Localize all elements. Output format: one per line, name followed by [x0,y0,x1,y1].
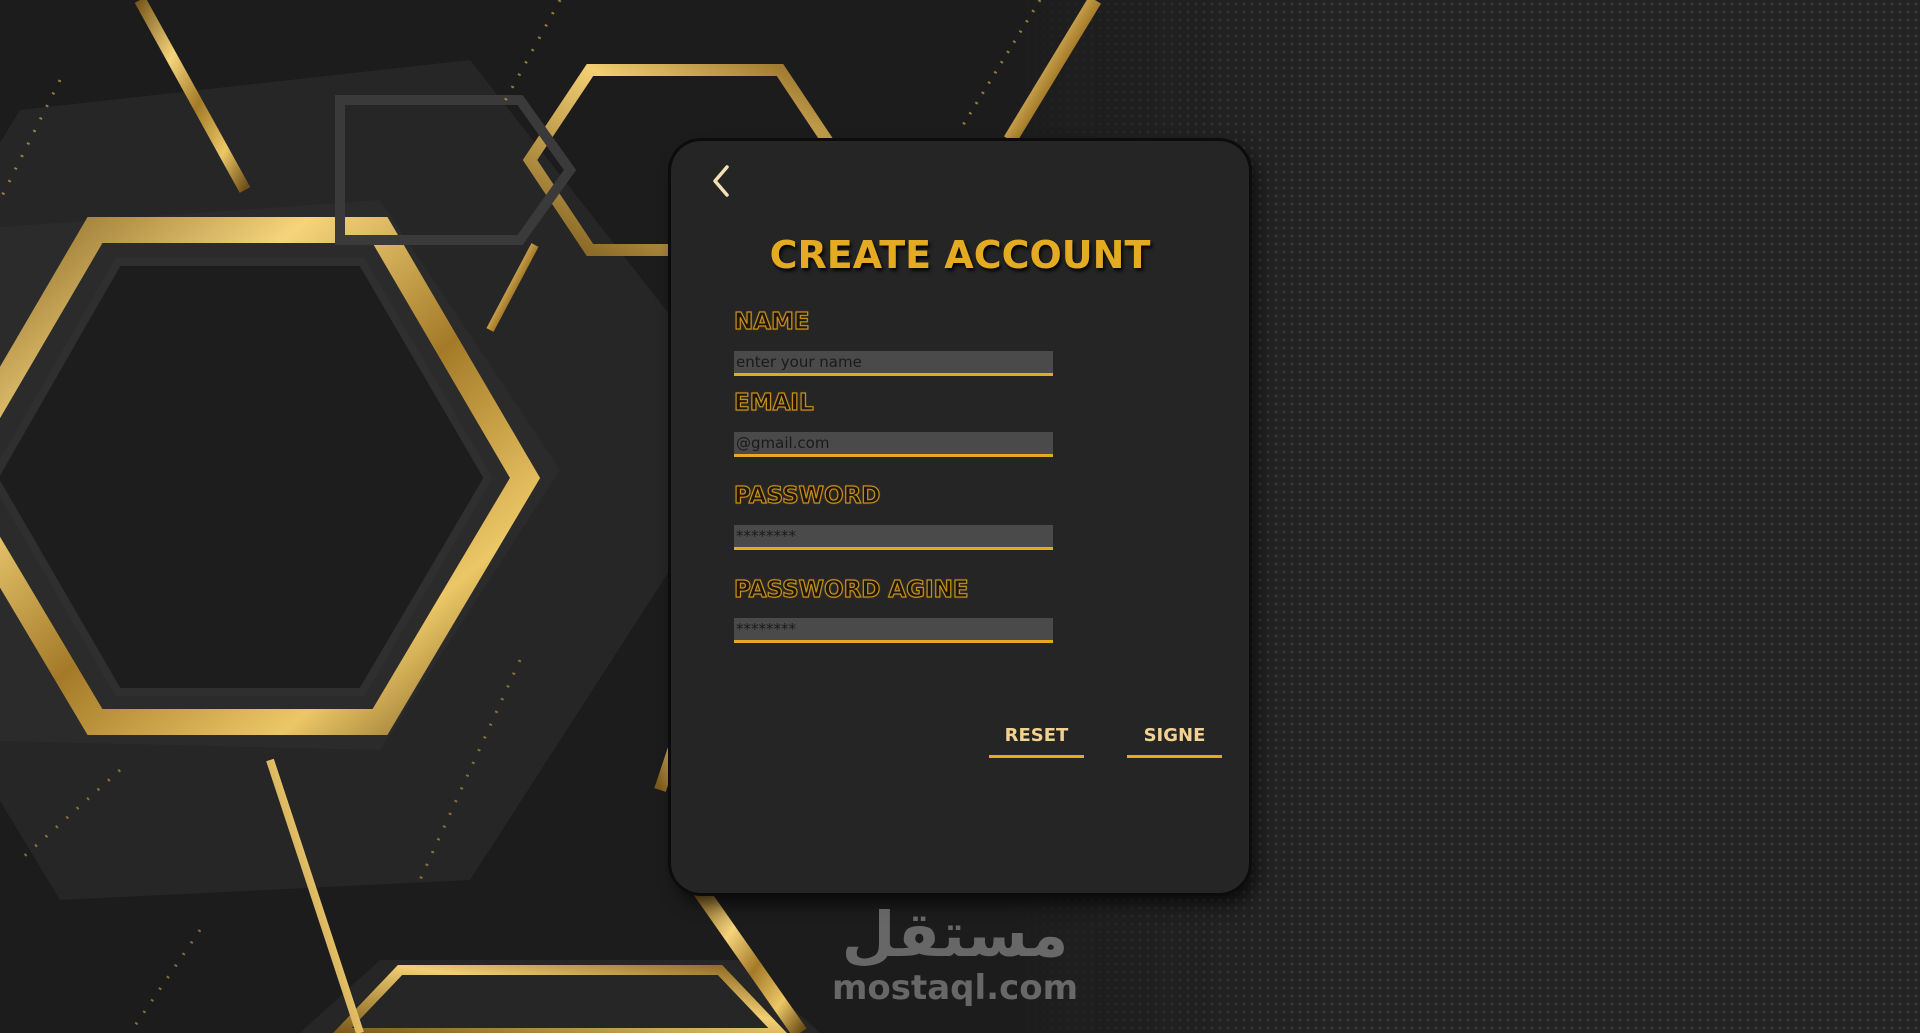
password-label: PASSWORD [733,482,881,509]
password-field[interactable] [734,525,1053,550]
create-account-card: CREATE ACCOUNT NAME EMAIL PASSWORD PASSW… [671,141,1249,893]
reset-button[interactable]: RESET [989,716,1084,758]
email-label: EMAIL [733,389,814,416]
back-button[interactable] [705,161,741,201]
chevron-left-icon [713,165,729,197]
watermark-logo: مستقل mostaql.com [830,898,1080,1008]
watermark-latin-text: mostaql.com [831,968,1079,1008]
name-label: NAME [733,308,810,335]
password-again-label: PASSWORD AGINE [733,576,969,603]
sign-button[interactable]: SIGNE [1127,716,1222,758]
page: CREATE ACCOUNT NAME EMAIL PASSWORD PASSW… [0,0,1920,1033]
name-field[interactable] [734,351,1053,376]
email-field[interactable] [734,432,1053,457]
page-title: CREATE ACCOUNT [769,233,1151,277]
watermark-arabic-text: مستقل [841,898,1069,971]
password-again-field[interactable] [734,618,1053,643]
